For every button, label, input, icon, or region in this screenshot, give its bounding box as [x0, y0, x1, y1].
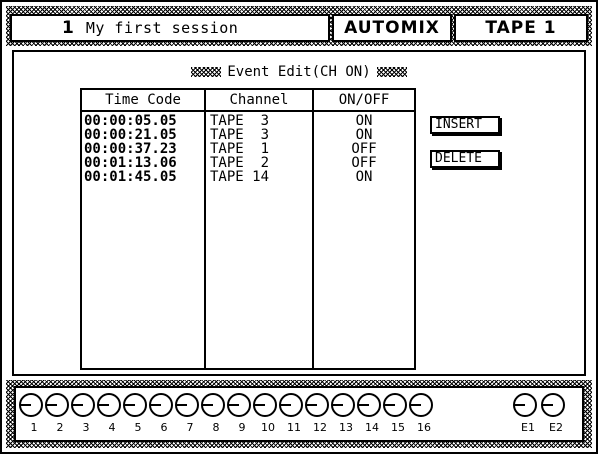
effect-e2-label: E2 [549, 421, 563, 434]
channel-5-label: 5 [134, 421, 142, 434]
channel-7-knob-icon[interactable] [174, 392, 200, 418]
channel-7-label: 7 [186, 421, 194, 434]
channel-4-knob-icon[interactable] [96, 392, 122, 418]
automix-box: AUTOMIX [332, 14, 452, 42]
tape-box: TAPE 1 [454, 14, 588, 42]
channel-16-label: 16 [417, 421, 431, 434]
channel-strip: 1 2 3 4 5 6 7 8 9 10 11 12 13 14 15 16 E1 E2 [6, 380, 592, 448]
header-bar: 1 My first session AUTOMIX TAPE 1 [6, 6, 592, 46]
panel-title: Event Edit(CH ON) [227, 64, 371, 80]
on-off-cell[interactable]: ON [314, 114, 414, 128]
time-code-cell[interactable]: 00:01:13.06 [82, 156, 204, 170]
channel-5-knob-icon[interactable] [122, 392, 148, 418]
channel-4-label: 4 [108, 421, 116, 434]
on-off-cell[interactable]: OFF [314, 142, 414, 156]
on-off-column: ON/OFF ON ON OFF OFF ON [314, 90, 414, 368]
effect-e2-knob-icon[interactable] [540, 392, 566, 418]
session-name: My first session [85, 19, 239, 37]
on-off-rows[interactable]: ON ON OFF OFF ON [314, 112, 414, 184]
channel-10-label: 10 [261, 421, 275, 434]
channel-cell[interactable]: TAPE 14 [206, 170, 312, 184]
channel-15-label: 15 [391, 421, 405, 434]
time-code-cell[interactable]: 00:00:21.05 [82, 128, 204, 142]
effect-e1-knob-icon[interactable] [512, 392, 538, 418]
channel-2-knob-icon[interactable] [44, 392, 70, 418]
panel-title-row: Event Edit(CH ON) [14, 64, 584, 80]
title-pattern-right [376, 67, 407, 77]
on-off-cell[interactable]: ON [314, 128, 414, 142]
channel-cell[interactable]: TAPE 3 [206, 128, 312, 142]
title-pattern-left [191, 67, 222, 77]
time-code-header: Time Code [82, 90, 204, 112]
channel-11-knob-icon[interactable] [278, 392, 304, 418]
channel-2-label: 2 [56, 421, 64, 434]
channel-header: Channel [206, 90, 312, 112]
channel-9-knob-icon[interactable] [226, 392, 252, 418]
time-code-rows[interactable]: 00:00:05.05 00:00:21.05 00:00:37.23 00:0… [82, 112, 204, 184]
time-code-cell[interactable]: 00:00:05.05 [82, 114, 204, 128]
insert-button[interactable]: INSERT [430, 116, 500, 134]
delete-button[interactable]: DELETE [430, 150, 500, 168]
channel-rows[interactable]: TAPE 3 TAPE 3 TAPE 1 TAPE 2 TAPE 14 [206, 112, 312, 184]
channel-13-knob-icon[interactable] [330, 392, 356, 418]
channel-3-knob-icon[interactable] [70, 392, 96, 418]
channel-cell[interactable]: TAPE 2 [206, 156, 312, 170]
channel-9-label: 9 [238, 421, 246, 434]
time-code-cell[interactable]: 00:01:45.05 [82, 170, 204, 184]
channel-12-knob-icon[interactable] [304, 392, 330, 418]
channel-12-label: 12 [313, 421, 327, 434]
time-code-cell[interactable]: 00:00:37.23 [82, 142, 204, 156]
channel-6-label: 6 [160, 421, 168, 434]
channel-13-label: 13 [339, 421, 353, 434]
channel-3-label: 3 [82, 421, 90, 434]
event-edit-panel: Event Edit(CH ON) Time Code 00:00:05.05 … [12, 50, 586, 376]
channel-1-knob-icon[interactable] [18, 392, 44, 418]
channel-cell[interactable]: TAPE 1 [206, 142, 312, 156]
channel-8-knob-icon[interactable] [200, 392, 226, 418]
event-table: Time Code 00:00:05.05 00:00:21.05 00:00:… [80, 88, 416, 370]
session-box[interactable]: 1 My first session [10, 14, 330, 42]
channel-1-label: 1 [30, 421, 38, 434]
channel-10-knob-icon[interactable] [252, 392, 278, 418]
on-off-cell[interactable]: ON [314, 170, 414, 184]
channel-strip-inner: 1 2 3 4 5 6 7 8 9 10 11 12 13 14 15 16 E1 E2 [14, 386, 584, 442]
time-code-column: Time Code 00:00:05.05 00:00:21.05 00:00:… [82, 90, 206, 368]
session-number: 1 [62, 18, 74, 38]
channel-cell[interactable]: TAPE 3 [206, 114, 312, 128]
effect-e1-label: E1 [521, 421, 535, 434]
on-off-header: ON/OFF [314, 90, 414, 112]
mode-label: AUTOMIX [344, 18, 440, 38]
channel-6-knob-icon[interactable] [148, 392, 174, 418]
on-off-cell[interactable]: OFF [314, 156, 414, 170]
channel-column: Channel TAPE 3 TAPE 3 TAPE 1 TAPE 2 TAPE… [206, 90, 314, 368]
channel-11-label: 11 [287, 421, 301, 434]
channel-16-knob-icon[interactable] [408, 392, 434, 418]
source-label: TAPE 1 [485, 18, 557, 38]
channel-14-label: 14 [365, 421, 379, 434]
channel-8-label: 8 [212, 421, 220, 434]
channel-14-knob-icon[interactable] [356, 392, 382, 418]
channel-15-knob-icon[interactable] [382, 392, 408, 418]
